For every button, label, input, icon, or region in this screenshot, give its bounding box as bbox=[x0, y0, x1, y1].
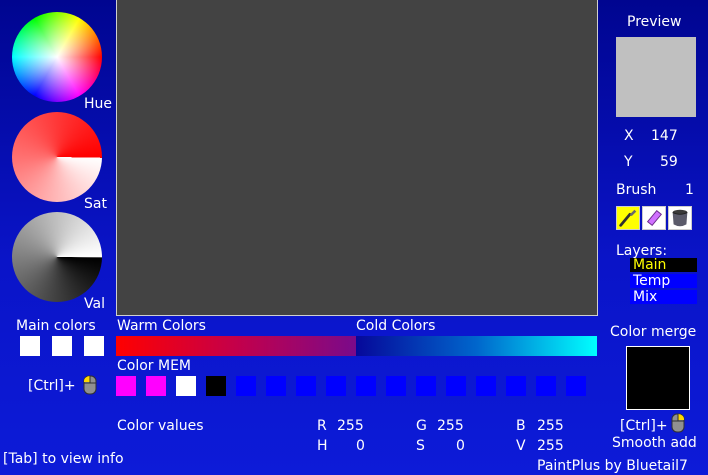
mouse-left-click-icon bbox=[671, 413, 685, 433]
color-mem-swatch[interactable] bbox=[476, 376, 496, 396]
eraser-tool-button[interactable] bbox=[642, 206, 666, 230]
layer-item-main[interactable]: Main bbox=[630, 258, 697, 272]
preview-label: Preview bbox=[627, 14, 682, 30]
drawing-canvas[interactable] bbox=[116, 0, 598, 316]
val-label: Val bbox=[84, 296, 105, 312]
color-mem-swatch[interactable] bbox=[176, 376, 196, 396]
s-label: S bbox=[416, 438, 425, 454]
x-label: X bbox=[624, 128, 634, 144]
y-label: Y bbox=[624, 154, 633, 170]
r-label: R bbox=[317, 418, 327, 434]
brush-size[interactable]: 1 bbox=[685, 182, 694, 198]
color-mem-swatch[interactable] bbox=[356, 376, 376, 396]
color-mem-swatch[interactable] bbox=[386, 376, 406, 396]
layer-item-mix[interactable]: Mix bbox=[630, 290, 697, 304]
color-mem-label: Color MEM bbox=[117, 358, 192, 374]
color-mem-swatch[interactable] bbox=[116, 376, 136, 396]
preview-swatch bbox=[616, 37, 696, 117]
eraser-icon bbox=[646, 210, 662, 226]
warm-colors-label: Warm Colors bbox=[117, 318, 206, 334]
color-merge-shortcut: [Ctrl]+ bbox=[620, 418, 668, 434]
b-value: 255 bbox=[537, 418, 564, 434]
color-mem-swatch[interactable] bbox=[446, 376, 466, 396]
v-value: 255 bbox=[537, 438, 564, 454]
brush-icon bbox=[619, 209, 637, 227]
warm-colors-gradient[interactable] bbox=[116, 336, 356, 356]
color-mem-swatch[interactable] bbox=[206, 376, 226, 396]
bucket-tool-button[interactable] bbox=[668, 206, 692, 230]
r-value: 255 bbox=[337, 418, 364, 434]
color-mem-swatch[interactable] bbox=[506, 376, 526, 396]
g-value: 255 bbox=[437, 418, 464, 434]
h-value: 0 bbox=[356, 438, 365, 454]
hue-wheel[interactable] bbox=[12, 12, 102, 102]
value-wheel[interactable] bbox=[12, 212, 102, 302]
color-merge-mode[interactable]: Smooth add bbox=[612, 435, 697, 451]
y-value: 59 bbox=[660, 154, 678, 170]
color-merge-label: Color merge bbox=[610, 324, 697, 340]
color-mem-swatch[interactable] bbox=[326, 376, 346, 396]
brush-label: Brush bbox=[616, 182, 657, 198]
brush-tool-button[interactable] bbox=[616, 206, 640, 230]
color-mem-swatch[interactable] bbox=[266, 376, 286, 396]
hue-label: Hue bbox=[84, 96, 113, 112]
bucket-icon bbox=[672, 209, 688, 227]
color-merge-swatch[interactable] bbox=[626, 346, 690, 410]
app-credit: PaintPlus by Bluetail7 bbox=[537, 458, 688, 474]
main-colors-label: Main colors bbox=[16, 318, 96, 334]
cold-colors-gradient[interactable] bbox=[356, 336, 597, 356]
color-mem-swatch[interactable] bbox=[146, 376, 166, 396]
sat-label: Sat bbox=[84, 196, 107, 212]
color-values-label: Color values bbox=[117, 418, 204, 434]
color-mem-shortcut: [Ctrl]+ bbox=[28, 378, 76, 394]
color-mem-swatch[interactable] bbox=[536, 376, 556, 396]
b-label: B bbox=[516, 418, 526, 434]
color-mem-swatch[interactable] bbox=[236, 376, 256, 396]
h-label: H bbox=[317, 438, 328, 454]
color-mem-swatch[interactable] bbox=[566, 376, 586, 396]
color-mem-swatch[interactable] bbox=[416, 376, 436, 396]
cold-colors-label: Cold Colors bbox=[356, 318, 436, 334]
x-value: 147 bbox=[651, 128, 678, 144]
s-value: 0 bbox=[456, 438, 465, 454]
main-color-swatch-1[interactable] bbox=[20, 336, 40, 356]
layer-item-temp[interactable]: Temp bbox=[630, 274, 697, 288]
v-label: V bbox=[516, 438, 526, 454]
color-mem-swatch[interactable] bbox=[296, 376, 316, 396]
saturation-wheel[interactable] bbox=[12, 112, 102, 202]
g-label: G bbox=[416, 418, 427, 434]
main-color-swatch-2[interactable] bbox=[52, 336, 72, 356]
main-color-swatch-3[interactable] bbox=[84, 336, 104, 356]
tab-info-hint: [Tab] to view info bbox=[3, 451, 124, 467]
mouse-left-click-icon bbox=[83, 375, 97, 395]
